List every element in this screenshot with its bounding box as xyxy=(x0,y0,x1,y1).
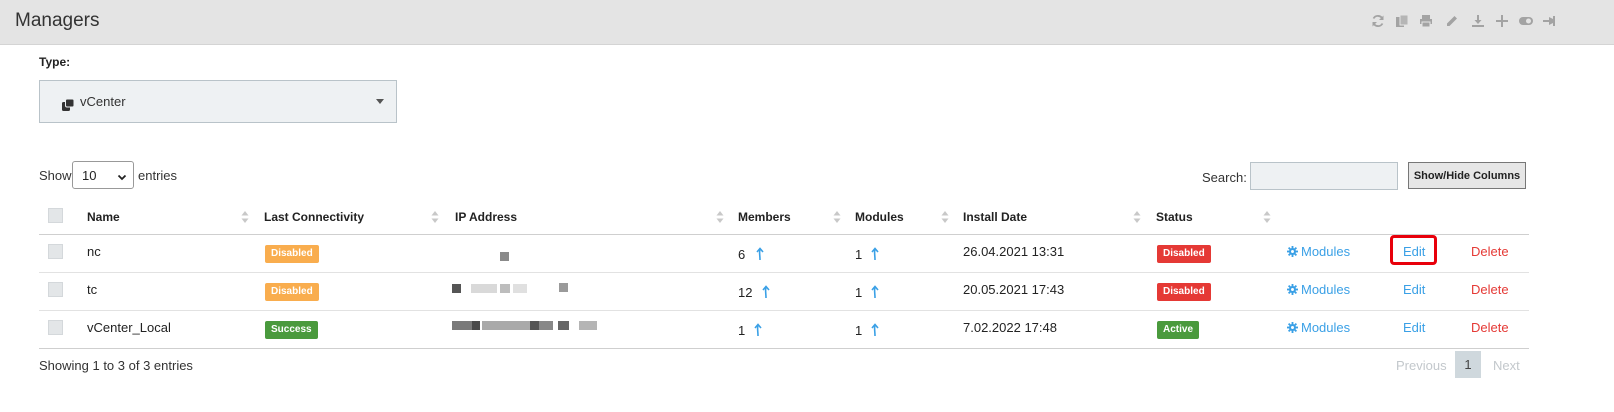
row-checkbox[interactable] xyxy=(48,282,63,297)
arrow-up-icon[interactable] xyxy=(870,285,880,299)
column-header-last-connectivity[interactable]: Last Connectivity xyxy=(264,210,364,224)
install-date: 26.04.2021 13:31 xyxy=(963,244,1065,259)
type-label: Type: xyxy=(39,55,71,69)
edit-pencil-icon[interactable] xyxy=(1443,12,1461,30)
connectivity-badge: Disabled xyxy=(265,245,319,263)
status-badge: Disabled xyxy=(1157,283,1211,301)
row-checkbox[interactable] xyxy=(48,320,63,335)
edit-link[interactable]: Edit xyxy=(1403,320,1425,335)
top-bar: Managers xyxy=(0,0,1614,45)
gear-icon xyxy=(1287,284,1298,295)
modules-link[interactable]: Modules xyxy=(1287,244,1350,259)
modules-link-label: Modules xyxy=(1301,282,1351,297)
table-row: nc Disabled 6 1 26.04.2021 13:31 Disable… xyxy=(39,235,1529,273)
pagination-next[interactable]: Next xyxy=(1493,358,1520,373)
arrow-up-icon[interactable] xyxy=(755,247,765,261)
entries-length-select[interactable]: 10 xyxy=(72,161,134,189)
vcenter-icon xyxy=(62,98,75,111)
gear-icon xyxy=(1287,322,1298,333)
connectivity-badge: Success xyxy=(265,321,318,339)
toggle-icon[interactable] xyxy=(1517,12,1535,30)
arrow-up-icon[interactable] xyxy=(870,323,880,337)
show-hide-columns-button[interactable]: Show/Hide Columns xyxy=(1408,162,1526,189)
members-count: 1 xyxy=(738,323,746,338)
table-bottom-divider xyxy=(39,348,1529,349)
sort-icon[interactable] xyxy=(1263,210,1271,224)
row-name: tc xyxy=(87,282,98,297)
sort-icon[interactable] xyxy=(833,210,841,224)
sort-icon[interactable] xyxy=(716,210,724,224)
plus-icon[interactable] xyxy=(1493,12,1511,30)
sort-icon[interactable] xyxy=(431,210,439,224)
pagination-page-1[interactable]: 1 xyxy=(1455,351,1481,378)
status-badge: Active xyxy=(1157,321,1200,339)
modules-count: 1 xyxy=(855,247,863,262)
search-input[interactable] xyxy=(1250,162,1398,190)
table-header: Name Last Connectivity IP Address Member… xyxy=(39,198,1529,235)
status-badge: Disabled xyxy=(1157,245,1211,263)
modules-link-label: Modules xyxy=(1301,320,1351,335)
row-checkbox[interactable] xyxy=(48,244,63,259)
delete-link[interactable]: Delete xyxy=(1471,244,1509,259)
edit-link[interactable]: Edit xyxy=(1403,244,1425,259)
connectivity-badge: Disabled xyxy=(265,283,319,301)
copy-icon[interactable] xyxy=(1393,12,1411,30)
pagination-previous[interactable]: Previous xyxy=(1396,358,1447,373)
column-header-status[interactable]: Status xyxy=(1156,210,1193,224)
sort-icon[interactable] xyxy=(1133,210,1141,224)
download-icon[interactable] xyxy=(1469,12,1487,30)
column-header-members[interactable]: Members xyxy=(738,210,791,224)
table-row: tc Disabled 12 1 20.05.2021 17:43 Disabl… xyxy=(39,273,1529,311)
delete-link[interactable]: Delete xyxy=(1471,282,1509,297)
length-value: 10 xyxy=(82,168,97,183)
arrow-up-icon[interactable] xyxy=(753,323,763,337)
modules-count: 1 xyxy=(855,323,863,338)
chevron-down-icon xyxy=(117,169,127,187)
sort-icon[interactable] xyxy=(941,210,949,224)
column-header-modules[interactable]: Modules xyxy=(855,210,904,224)
arrow-up-icon[interactable] xyxy=(761,285,771,299)
refresh-icon[interactable] xyxy=(1369,12,1387,30)
modules-count: 1 xyxy=(855,285,863,300)
modules-link[interactable]: Modules xyxy=(1287,320,1350,335)
chevron-down-icon xyxy=(376,99,384,104)
entries-label: entries xyxy=(138,168,178,183)
select-all-checkbox[interactable] xyxy=(48,208,63,223)
modules-link-label: Modules xyxy=(1301,244,1351,259)
column-header-name[interactable]: Name xyxy=(87,210,120,224)
page-title: Managers xyxy=(15,10,100,31)
arrow-up-icon[interactable] xyxy=(870,247,880,261)
row-name: vCenter_Local xyxy=(87,320,171,335)
gear-icon xyxy=(1287,246,1298,257)
show-label: Show xyxy=(39,168,72,183)
type-select-value: vCenter xyxy=(80,94,126,109)
column-header-install-date[interactable]: Install Date xyxy=(963,210,1027,224)
table-row: vCenter_Local Success 1 1 7.02.2022 17:4… xyxy=(39,311,1529,349)
table-info: Showing 1 to 3 of 3 entries xyxy=(39,358,193,373)
delete-link[interactable]: Delete xyxy=(1471,320,1509,335)
column-header-ip-address[interactable]: IP Address xyxy=(455,210,517,224)
modules-link[interactable]: Modules xyxy=(1287,282,1350,297)
type-select[interactable]: vCenter xyxy=(39,80,397,123)
members-count: 12 xyxy=(738,285,753,300)
sort-icon[interactable] xyxy=(241,210,249,224)
install-date: 20.05.2021 17:43 xyxy=(963,282,1065,297)
members-count: 6 xyxy=(738,247,746,262)
install-date: 7.02.2022 17:48 xyxy=(963,320,1057,335)
row-name: nc xyxy=(87,244,101,259)
edit-link[interactable]: Edit xyxy=(1403,282,1425,297)
print-icon[interactable] xyxy=(1417,12,1435,30)
search-label: Search: xyxy=(1202,170,1247,185)
pin-icon[interactable] xyxy=(1541,12,1559,30)
